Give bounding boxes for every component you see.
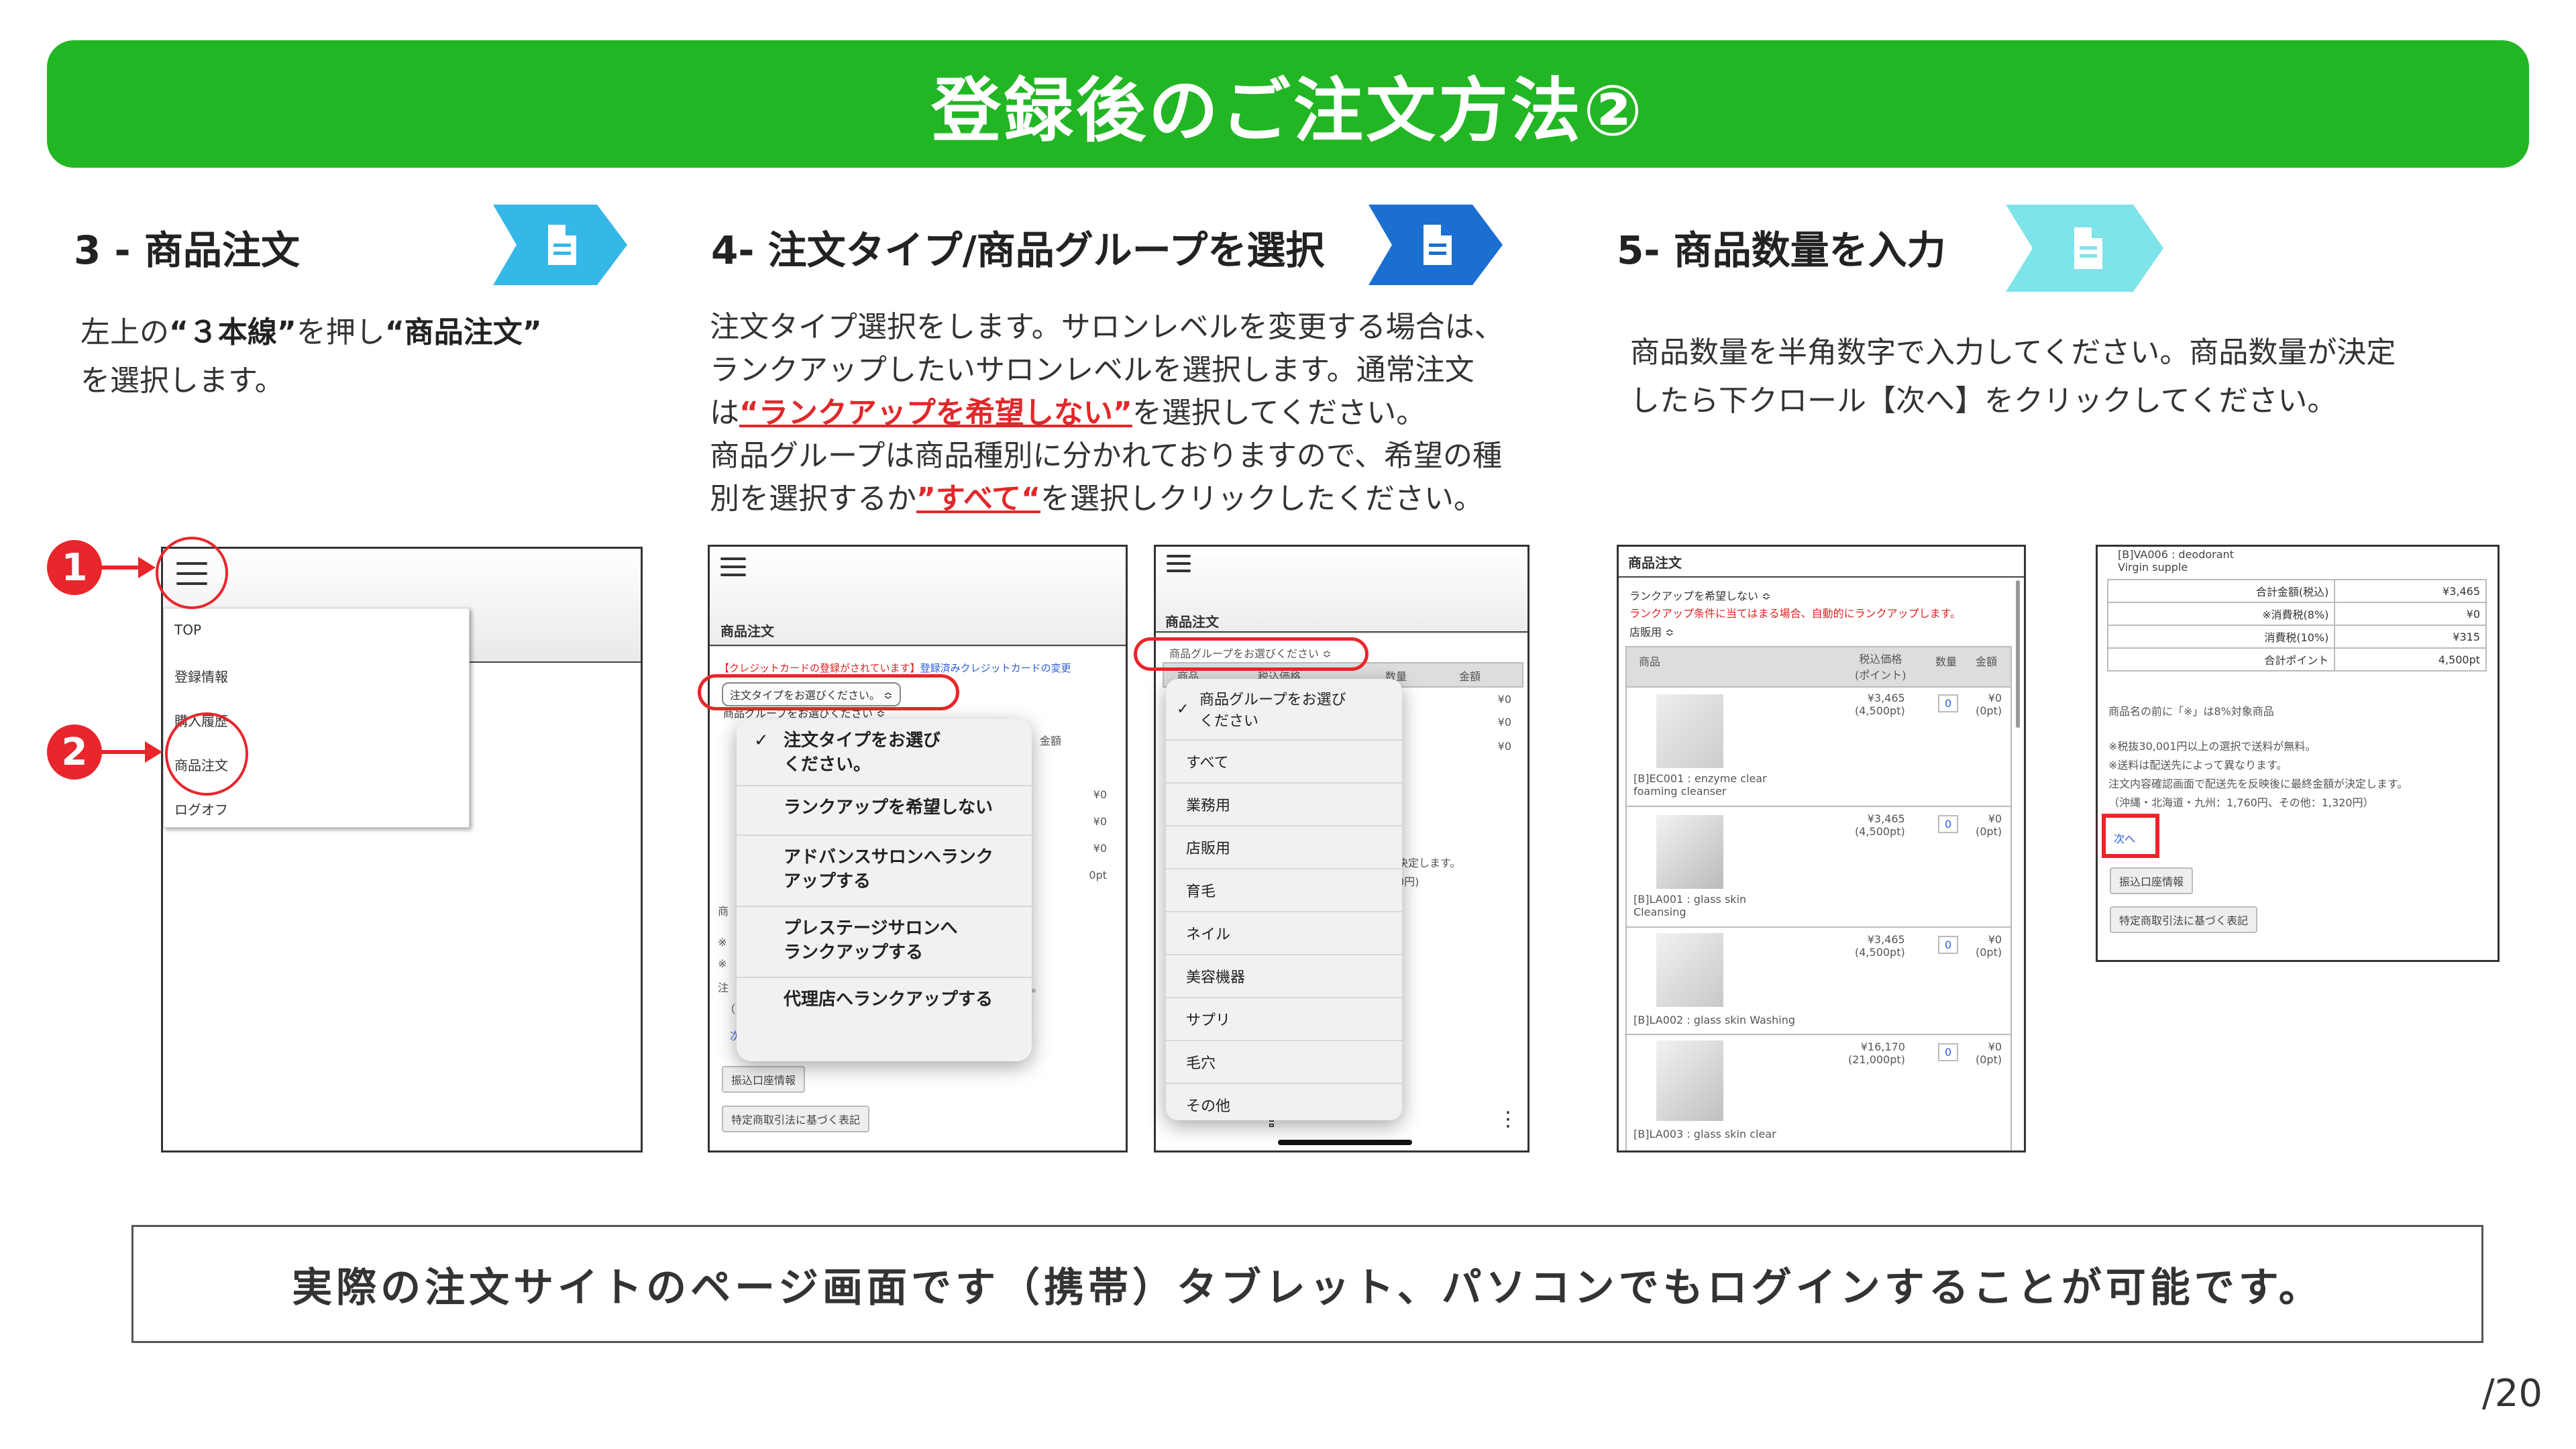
- hamburger-highlight: [156, 537, 228, 609]
- order-item-highlight: [165, 712, 248, 796]
- group-all[interactable]: すべて: [1166, 741, 1402, 784]
- page-heading: 商品注文: [720, 623, 774, 639]
- bank-info-button[interactable]: 振込口座情報: [2110, 867, 2194, 894]
- legal-notice-button[interactable]: 特定商取引法に基づく表記: [722, 1106, 870, 1132]
- card-status: 【クレジットカードの登録がされています】登録済みクレジットカードの変更: [719, 662, 1071, 674]
- hamburger-menu-icon[interactable]: [720, 557, 746, 576]
- home-indicator: [1278, 1140, 1412, 1145]
- order-type-highlight: [698, 674, 959, 710]
- qty-input[interactable]: 0: [1938, 936, 1959, 954]
- step5-title: 5- 商品数量を入力: [1617, 227, 1946, 273]
- option-advance[interactable]: アドバンスサロンへランク アップする: [737, 836, 1032, 907]
- product-image: [1656, 1040, 1723, 1121]
- order-type-popup: 注文タイプをお選び ください。 ランクアップを希望しない アドバンスサロンへラン…: [737, 719, 1032, 1061]
- screenshot-product-list: 商品注文 ランクアップを希望しない ≎ ランクアップ条件に当てはまる場合、自動的…: [1617, 545, 2026, 1152]
- step3-title: 3 - 商品注文: [74, 227, 300, 273]
- group-retail[interactable]: 店販用: [1166, 826, 1402, 869]
- option-prestige[interactable]: プレステージサロンへ ランクアップする: [737, 907, 1032, 978]
- product-row: [B]LA002 : glass skin Washing ¥3,465 (4,…: [1625, 926, 2012, 1035]
- step5-description: 商品数量を半角数字で入力してください。商品数量が決定 したら下クロール【次へ】を…: [1630, 335, 2396, 418]
- option-no-rankup[interactable]: ランクアップを希望しない: [737, 786, 1032, 836]
- screenshot-menu: TOP 登録情報 購入履歴 商品注文 ログオフ: [161, 547, 643, 1152]
- next-highlight: 次へ: [2102, 814, 2159, 858]
- hamburger-menu-icon[interactable]: [1167, 555, 1191, 572]
- qty-input[interactable]: 0: [1938, 694, 1959, 712]
- step4-title: 4- 注文タイプ/商品グループを選択: [711, 227, 1325, 273]
- order-type-select[interactable]: ランクアップを希望しない ≎: [1629, 587, 1771, 603]
- group-beauty-device[interactable]: 美容機器: [1166, 955, 1402, 998]
- product-group-highlight: [1134, 637, 1368, 671]
- product-group-select[interactable]: 店販用 ≎: [1629, 623, 1674, 639]
- page-heading: 商品注文: [1165, 614, 1219, 630]
- menu-item-top[interactable]: TOP: [174, 622, 201, 638]
- marker-2-arrow-head: [145, 741, 162, 763]
- product-image: [1656, 815, 1723, 889]
- group-supplement[interactable]: サプリ: [1166, 998, 1402, 1041]
- group-business[interactable]: 業務用: [1166, 784, 1402, 826]
- amount-column: 金額 ¥0 ¥0 ¥0 0pt: [1025, 728, 1120, 892]
- product-row: [B]LA001 : glass skin Cleansing ¥3,465 (…: [1625, 806, 2012, 928]
- product-image: [1656, 933, 1723, 1007]
- option-choose[interactable]: 注文タイプをお選び ください。: [737, 719, 1032, 786]
- tax-note: 商品名の前に「※」は8%対象商品: [2108, 705, 2274, 718]
- bottom-note-box: 実際の注文サイトのページ画面です（携帯）タブレット、パソコンでもログインすること…: [131, 1225, 2483, 1343]
- option-agency[interactable]: 代理店へランクアップする: [737, 978, 1032, 1026]
- marker-1-arrow: [101, 566, 141, 570]
- menu-item-registration[interactable]: 登録情報: [174, 666, 228, 686]
- product-row: [B]EC001 : enzyme clear foaming cleanser…: [1625, 685, 2012, 807]
- page-number: /20: [2481, 1372, 2542, 1415]
- next-button[interactable]: 次へ: [2114, 830, 2135, 846]
- legal-notice-button[interactable]: 特定商取引法に基づく表記: [2110, 906, 2258, 933]
- marker-1: 1: [47, 540, 102, 595]
- bank-info-button[interactable]: 振込口座情報: [722, 1066, 806, 1093]
- table-header: 商品 税込価格 (ポイント) 数量 金額: [1625, 646, 2012, 688]
- card-change-link[interactable]: 登録済みクレジットカードの変更: [920, 662, 1071, 674]
- rankup-notice: ランクアップ条件に当てはまる場合、自動的にランクアップします。: [1629, 607, 1962, 620]
- step4-description: 注文タイプ選択をします。サロンレベルを変更する場合は、 ランクアップしたいサロン…: [710, 310, 1504, 516]
- product-image: [1656, 694, 1723, 768]
- product-row: [B]LA003 : glass skin clear ¥16,170 (21,…: [1625, 1034, 2012, 1150]
- step3-document-icon: [493, 205, 627, 285]
- scrollbar[interactable]: [2016, 580, 2020, 728]
- screenshot-order-total: [B]VA006 : deodorant Virgin supple 合計金額(…: [2096, 545, 2500, 962]
- page-heading: 商品注文: [1628, 555, 1682, 571]
- page-title: 登録後のご注文方法②: [930, 69, 1646, 152]
- product-group-popup: ✓ 商品グループをお選び ください すべて 業務用 店販用 育毛 ネイル 美容機器…: [1166, 679, 1402, 1120]
- group-hair-growth[interactable]: 育毛: [1166, 869, 1402, 912]
- title-banner: 登録後のご注文方法②: [47, 40, 2529, 168]
- step5-document-icon: [2006, 205, 2163, 292]
- bottom-note: 実際の注文サイトのページ画面です（携帯）タブレット、パソコンでもログインすること…: [292, 1264, 2323, 1311]
- group-nail[interactable]: ネイル: [1166, 912, 1402, 955]
- marker-2: 2: [47, 724, 102, 780]
- marker-1-arrow-head: [138, 557, 156, 578]
- more-icon[interactable]: ⋮: [1498, 1108, 1518, 1131]
- marker-2-arrow: [101, 750, 148, 754]
- menu-item-logoff[interactable]: ログオフ: [174, 799, 228, 818]
- step4-document-icon: [1368, 205, 1503, 285]
- totals-table: 合計金額(税込) ¥3,465 ※消費税(8%) ¥0 消費税(10%) ¥315 合…: [2106, 579, 2487, 672]
- group-pores[interactable]: 毛穴: [1166, 1041, 1402, 1084]
- qty-input[interactable]: 0: [1938, 1043, 1959, 1061]
- group-other[interactable]: その他: [1166, 1084, 1402, 1126]
- step3-description: 左上の“３本線”を押し“商品注文” を選択します。: [80, 315, 542, 398]
- qty-input[interactable]: 0: [1938, 815, 1959, 833]
- group-choose[interactable]: ✓ 商品グループをお選び ください: [1166, 679, 1402, 741]
